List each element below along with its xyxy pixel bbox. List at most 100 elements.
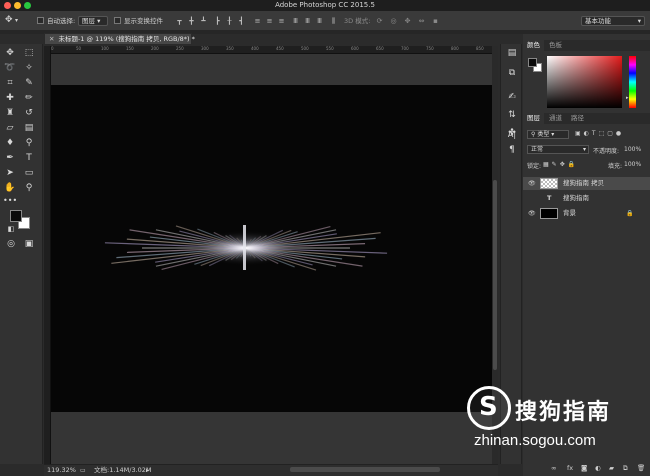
history-brush-tool-icon[interactable]: ↺ (22, 106, 36, 120)
dodge-tool-icon[interactable]: ⚲ (22, 136, 36, 150)
tab-channels[interactable]: 通道 (545, 113, 566, 124)
properties-panel-icon[interactable]: ⧉ (505, 66, 519, 80)
gradient-tool-icon[interactable]: ▤ (22, 121, 36, 135)
workspace-dropdown[interactable]: 基本功能 ▾ (581, 16, 645, 26)
vertical-scroll-thumb[interactable] (493, 180, 497, 370)
layer-name[interactable]: 搜狗指南 拷贝 (563, 177, 604, 190)
hue-slider[interactable] (629, 56, 636, 108)
quick-mask-icon[interactable]: ◎ (4, 237, 18, 251)
move-tool-icon[interactable]: ✥ (5, 15, 13, 25)
maximize-window-button[interactable] (24, 2, 31, 9)
paragraph-panel-icon[interactable]: ¶ (505, 143, 519, 157)
screen-mode-icon[interactable]: ▣ (22, 237, 36, 251)
rectangle-tool-icon[interactable]: ▭ (22, 166, 36, 180)
distribute-vcenter-icon[interactable]: ≡ (266, 17, 273, 25)
minimize-window-button[interactable] (14, 2, 21, 9)
3d-pan-icon[interactable]: ✥ (404, 17, 411, 25)
3d-roll-icon[interactable]: ◎ (390, 17, 397, 25)
trash-icon[interactable]: 🗑 (637, 462, 645, 474)
visibility-eye-icon[interactable]: 👁 (528, 207, 536, 220)
brush-tool-icon[interactable]: ✏ (22, 91, 36, 105)
adjustments-panel-icon[interactable]: ⇅ (505, 108, 519, 122)
tab-swatches[interactable]: 色板 (545, 40, 566, 51)
magic-wand-tool-icon[interactable]: ✧ (22, 61, 36, 75)
new-group-folder-icon[interactable]: ▰ (609, 462, 614, 474)
adjustment-layer-icon[interactable]: ◐ (595, 462, 601, 474)
distribute-left-icon[interactable]: Ⅲ (292, 17, 299, 25)
layer-filter-dropdown[interactable]: ⚲ 类型 ▾ (527, 130, 569, 139)
tool-preset-dropdown[interactable]: ▾ (15, 16, 18, 26)
hue-slider-handle-icon[interactable]: ▸ (626, 95, 629, 101)
3d-rotate-icon[interactable]: ⟳ (376, 17, 383, 25)
layer-row[interactable]: T 搜狗指南 (523, 192, 650, 205)
3d-slide-icon[interactable]: ⇔ (418, 17, 425, 25)
align-vcenter-icon[interactable]: ╋ (188, 17, 195, 25)
layer-name[interactable]: 背景 (563, 207, 576, 220)
close-tab-icon[interactable]: ✕ (49, 35, 54, 43)
auto-select-label: 自动选择: (47, 17, 76, 25)
more-tools-icon[interactable]: ••• (3, 194, 17, 208)
clone-stamp-tool-icon[interactable]: ♜ (3, 106, 17, 120)
ruler-tick-label: 50 (76, 46, 82, 51)
document-canvas[interactable] (51, 85, 492, 412)
auto-align-icon[interactable]: ⫼ (330, 17, 337, 25)
character-panel-icon[interactable]: A| (505, 128, 519, 142)
default-colors-icon[interactable]: ◧ (4, 222, 18, 236)
link-layers-icon[interactable]: ∞ (551, 462, 556, 474)
color-field[interactable] (547, 56, 622, 108)
pen-tool-icon[interactable]: ✒ (3, 151, 17, 165)
visibility-eye-icon[interactable]: 👁 (528, 177, 536, 190)
brush-panel-icon[interactable]: ✍ (505, 90, 519, 104)
fill-value[interactable]: 100% (624, 161, 641, 168)
foreground-color-swatch[interactable] (10, 210, 22, 222)
zoom-level[interactable]: 119.32% (47, 465, 76, 476)
distribute-bottom-icon[interactable]: ≡ (278, 17, 285, 25)
layer-name[interactable]: 搜狗指南 (563, 192, 589, 205)
new-layer-icon[interactable]: ⧉ (623, 462, 628, 474)
auto-select-checkbox[interactable] (37, 17, 44, 24)
distribute-hcenter-icon[interactable]: Ⅲ (304, 17, 311, 25)
horizontal-scroll-thumb[interactable] (290, 467, 440, 472)
crop-tool-icon[interactable]: ⌗ (3, 76, 17, 90)
align-hcenter-icon[interactable]: ╂ (226, 17, 233, 25)
type-tool-icon[interactable]: T (22, 151, 36, 165)
ruler-tick-label: 250 (176, 46, 184, 51)
lasso-tool-icon[interactable]: ➰ (3, 61, 17, 75)
move-tool-icon[interactable]: ✥ (3, 46, 17, 60)
align-top-icon[interactable]: ┳ (176, 17, 183, 25)
healing-brush-tool-icon[interactable]: ✚ (3, 91, 17, 105)
eraser-tool-icon[interactable]: ▱ (3, 121, 17, 135)
tab-color[interactable]: 颜色 (523, 40, 544, 51)
horizontal-ruler[interactable]: 0 50 100 150 200 250 300 350 400 450 500 550 600 650 7… (51, 46, 492, 54)
vertical-ruler[interactable] (44, 46, 51, 464)
layer-row[interactable]: 👁 搜狗指南 拷贝 (523, 177, 650, 190)
distribute-right-icon[interactable]: Ⅲ (316, 17, 323, 25)
blend-mode-dropdown[interactable]: 正常 ▾ (527, 145, 589, 154)
align-right-icon[interactable]: ┫ (238, 17, 245, 25)
align-bottom-icon[interactable]: ┻ (200, 17, 207, 25)
tab-layers[interactable]: 图层 (523, 113, 544, 124)
zoom-tool-icon[interactable]: ⚲ (22, 181, 36, 195)
close-window-button[interactable] (4, 2, 11, 9)
fx-icon[interactable]: fx (567, 462, 573, 474)
history-panel-icon[interactable]: ▤ (505, 46, 519, 60)
3d-scale-icon[interactable]: ▪ (432, 17, 439, 25)
opacity-value[interactable]: 100% (624, 146, 641, 153)
align-left-icon[interactable]: ┣ (214, 17, 221, 25)
hand-tool-icon[interactable]: ✋ (3, 181, 17, 195)
layer-filter-icons[interactable]: ▣◐T⬚▢● (575, 130, 624, 137)
marquee-tool-icon[interactable]: ⬚ (22, 46, 36, 60)
show-transform-checkbox[interactable] (114, 17, 121, 24)
add-mask-icon[interactable]: ◙ (581, 462, 587, 474)
document-tab[interactable]: ✕ 未标题-1 @ 119% (搜狗指南 拷贝, RGB/8*) * (44, 33, 195, 45)
status-menu-icon[interactable]: ▸ (146, 465, 149, 476)
eyedropper-tool-icon[interactable]: ✎ (22, 76, 36, 90)
tab-paths[interactable]: 路径 (567, 113, 588, 124)
blur-tool-icon[interactable]: ♦ (3, 136, 17, 150)
color-panel-foreground-swatch[interactable] (528, 58, 537, 67)
lock-icons[interactable]: ▦✎✥🔒 (543, 161, 578, 168)
auto-select-dropdown[interactable]: 图层 ▾ (78, 16, 108, 26)
path-selection-tool-icon[interactable]: ➤ (3, 166, 17, 180)
distribute-top-icon[interactable]: ≡ (254, 17, 261, 25)
layer-row[interactable]: 👁 背景 🔒 (523, 207, 650, 220)
